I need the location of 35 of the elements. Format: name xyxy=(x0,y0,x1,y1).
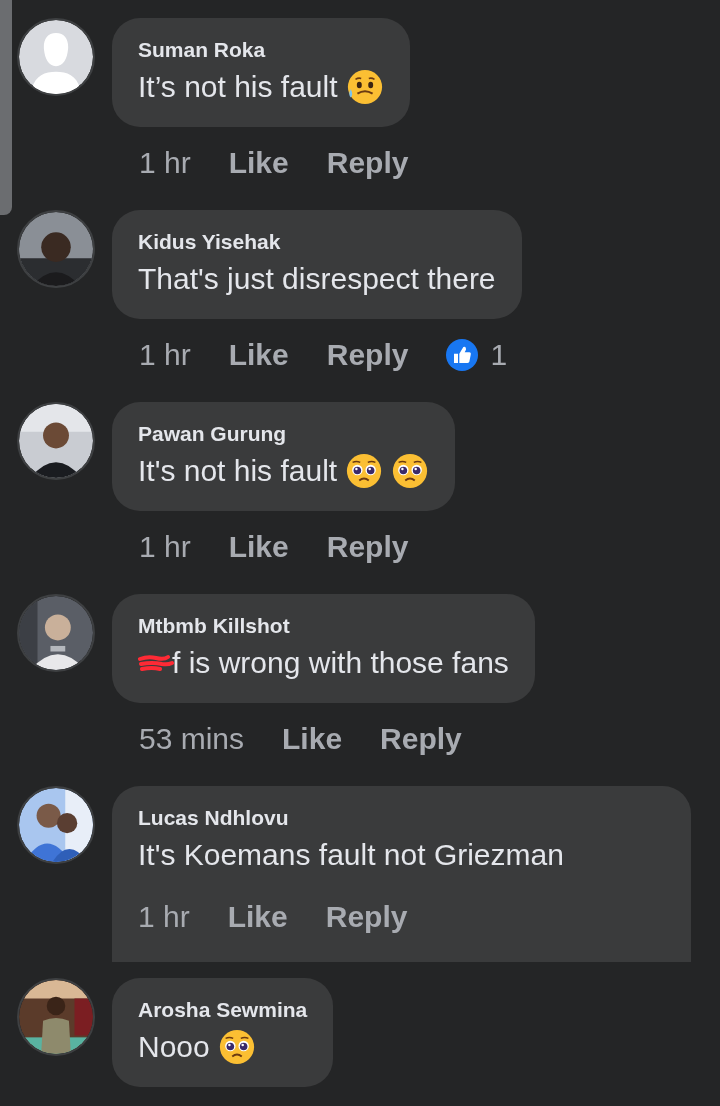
pleading-face-icon xyxy=(217,1028,256,1066)
comment-text: It's not his fault xyxy=(138,453,338,489)
scribble-mark xyxy=(138,653,174,673)
comment-text: That's just disrespect there xyxy=(138,261,496,297)
pleading-face-icon xyxy=(345,452,384,490)
like-link[interactable]: Like xyxy=(228,143,289,183)
comment-text: It’s not his fault xyxy=(138,69,338,105)
like-link[interactable]: Like xyxy=(282,719,343,759)
author-name[interactable]: Mtbmb Killshot xyxy=(138,613,509,639)
avatar-icon xyxy=(19,20,93,94)
comment-text: Nooo xyxy=(138,1029,210,1065)
timestamp: 1 hr xyxy=(139,529,191,565)
like-link[interactable]: Like xyxy=(227,897,288,937)
comment-text: f is wrong with those fans xyxy=(172,645,509,681)
sad-face-icon xyxy=(345,68,384,106)
reaction-count: 1 xyxy=(490,337,508,373)
author-name[interactable]: Pawan Gurung xyxy=(138,421,430,447)
reply-link[interactable]: Reply xyxy=(325,897,408,937)
reply-link[interactable]: Reply xyxy=(326,143,409,183)
author-name[interactable]: Arosha Sewmina xyxy=(138,997,308,1023)
like-link[interactable]: Like xyxy=(228,335,289,375)
timestamp: 1 hr xyxy=(138,899,190,935)
reply-link[interactable]: Reply xyxy=(380,719,462,759)
comment-text: It's Koemans fault not Griezman xyxy=(138,837,564,873)
thumbs-up-icon xyxy=(446,339,479,371)
author-name[interactable]: Kidus Yisehak xyxy=(138,229,496,255)
author-name[interactable]: Suman Roka xyxy=(138,37,384,63)
timestamp: 53 mins xyxy=(139,721,245,757)
reply-link[interactable]: Reply xyxy=(326,527,409,567)
pleading-face-icon xyxy=(391,452,430,490)
timestamp: 1 hr xyxy=(139,145,191,181)
timestamp: 1 hr xyxy=(139,337,191,373)
like-link[interactable]: Like xyxy=(228,527,289,567)
reply-link[interactable]: Reply xyxy=(326,335,409,375)
author-name[interactable]: Lucas Ndhlovu xyxy=(138,805,665,831)
